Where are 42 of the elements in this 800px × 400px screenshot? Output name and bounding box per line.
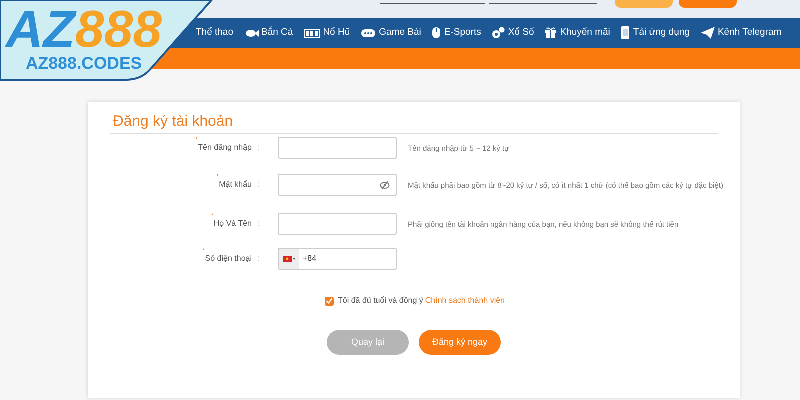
slot-machine-icon bbox=[304, 28, 320, 38]
nav-link[interactable]: Thể thao bbox=[196, 26, 234, 40]
agreement-text: Tôi đã đủ tuổi và đồng ý bbox=[338, 295, 424, 307]
nav-link[interactable]: Khuyến mãi bbox=[545, 26, 610, 40]
field-label: Tên đăng nhập bbox=[198, 142, 252, 154]
top-button[interactable] bbox=[679, 0, 737, 8]
input-field[interactable] bbox=[278, 213, 397, 235]
field-label: Mật khẩu bbox=[219, 179, 252, 191]
mouse-icon bbox=[432, 27, 442, 39]
gift-icon bbox=[545, 27, 558, 39]
caret-icon bbox=[292, 258, 296, 260]
fish-icon bbox=[244, 28, 258, 38]
country-selector[interactable] bbox=[279, 249, 299, 269]
vietnam-flag-icon bbox=[282, 256, 292, 262]
colon: : bbox=[258, 142, 262, 154]
colon: : bbox=[258, 253, 262, 265]
colon: : bbox=[258, 179, 262, 191]
hidden-eye-icon bbox=[380, 180, 390, 190]
input-field[interactable]: +84 bbox=[278, 248, 397, 270]
phone-value: +84 bbox=[303, 253, 317, 265]
paper-plane-icon bbox=[700, 27, 715, 39]
form-title: Đăng ký tài khoản bbox=[113, 112, 234, 132]
colon: : bbox=[258, 218, 262, 230]
top-button[interactable] bbox=[615, 0, 673, 8]
input-field[interactable] bbox=[278, 174, 397, 196]
field-label: Số điện thoại bbox=[205, 253, 252, 265]
nav-link[interactable]: Tải ứng dụng bbox=[621, 26, 690, 40]
nav-link[interactable]: Game Bài bbox=[361, 26, 422, 40]
logo-text: AZ bbox=[6, 6, 76, 54]
nav-link[interactable]: E-Sports bbox=[432, 26, 482, 40]
nav-link[interactable]: Kênh Telegram bbox=[700, 26, 782, 40]
balls-icon bbox=[492, 27, 506, 39]
nav-link[interactable]: Bắn Cá bbox=[244, 26, 294, 40]
field-label: Họ Và Tên bbox=[214, 218, 252, 230]
logo-text: AZ888.CODES bbox=[26, 54, 142, 74]
nav-link[interactable]: Xổ Số bbox=[492, 26, 534, 40]
nav-link[interactable]: Nổ Hũ bbox=[304, 26, 350, 40]
checkbox[interactable] bbox=[325, 296, 334, 306]
input-field[interactable] bbox=[278, 137, 397, 159]
gamepad-icon bbox=[361, 28, 376, 38]
phone-icon bbox=[621, 26, 630, 40]
logo-text: 888 bbox=[75, 6, 162, 54]
